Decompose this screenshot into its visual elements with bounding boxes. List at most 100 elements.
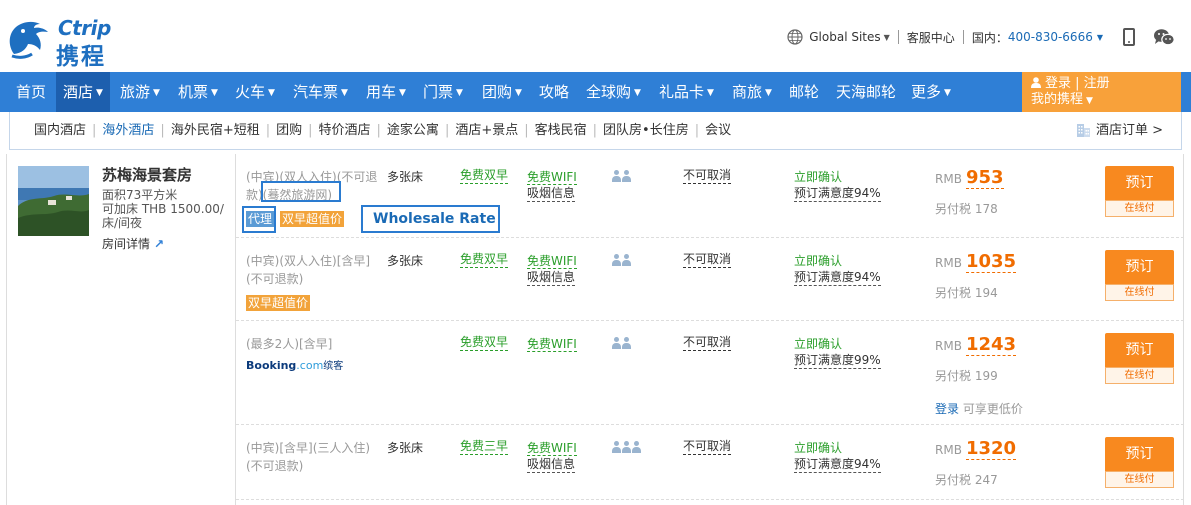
- smoking-info[interactable]: 吸烟信息: [527, 457, 576, 473]
- satisfaction-rate[interactable]: 预订满意度99%: [794, 353, 881, 369]
- divider: [962, 30, 964, 44]
- satisfaction-rate[interactable]: 预订满意度94%: [794, 270, 881, 286]
- smoking-info[interactable]: 吸烟信息: [527, 186, 576, 202]
- subnav-item[interactable]: 团购: [276, 123, 302, 138]
- nav-item-label: 更多: [911, 83, 942, 101]
- nav-item[interactable]: 更多 ▼: [904, 72, 958, 112]
- rate-name-line: (中宾)(双人入住)[含早]: [246, 254, 371, 268]
- wifi-info[interactable]: 免费WIFI: [527, 254, 577, 269]
- subnav-item[interactable]: 客栈民宿: [535, 123, 587, 138]
- account-panel[interactable]: 登录 | 注册 我的携程 ▼: [1022, 72, 1181, 112]
- currency: RMB: [935, 443, 962, 457]
- breakfast-info[interactable]: 免费三早: [460, 439, 509, 455]
- mobile-icon[interactable]: [1123, 28, 1135, 46]
- hotel-order-label: 酒店订单 >: [1095, 123, 1163, 138]
- satisfaction-rate[interactable]: 预订满意度94%: [794, 186, 881, 202]
- book-button[interactable]: 预订: [1105, 166, 1174, 200]
- nav-item[interactable]: 旅游 ▼: [113, 72, 167, 112]
- smoking-info[interactable]: 吸烟信息: [527, 270, 576, 286]
- person-icon: [622, 170, 631, 182]
- nav-item[interactable]: 全球购 ▼: [579, 72, 648, 112]
- satisfaction-rate[interactable]: 预订满意度94%: [794, 457, 881, 473]
- chevron-down-icon: ▼: [707, 88, 714, 98]
- instant-confirm: 立即确认: [794, 441, 843, 455]
- nav-item[interactable]: 邮轮: [782, 72, 826, 112]
- nav-item[interactable]: 商旅 ▼: [725, 72, 779, 112]
- chevron-down-icon: ▼: [634, 88, 641, 98]
- room-thumbnail[interactable]: [18, 166, 89, 236]
- rate-name-line: (最多2人)[含早]: [246, 337, 333, 351]
- global-sites-link[interactable]: Global Sites: [809, 30, 880, 44]
- pay-online-badge: 在线付: [1105, 284, 1174, 301]
- hotel-order-link[interactable]: 酒店订单 >: [1076, 112, 1163, 149]
- nav-item[interactable]: 礼品卡 ▼: [652, 72, 721, 112]
- book-button[interactable]: 预订: [1105, 333, 1174, 367]
- booking-logo-text: Booking: [246, 359, 297, 372]
- breakfast-info[interactable]: 免费双早: [460, 168, 509, 184]
- nav-item-label: 邮轮: [789, 83, 820, 101]
- amenity-info: 免费WIFI 吸烟信息: [527, 168, 577, 202]
- nav-item-label: 攻略: [539, 83, 570, 101]
- login-link[interactable]: 登录: [935, 402, 959, 416]
- instant-confirm: 立即确认: [794, 170, 843, 184]
- nav-item[interactable]: 机票 ▼: [171, 72, 225, 112]
- ctrip-logo[interactable]: Ctrip 携程: [6, 12, 130, 70]
- subnav-item[interactable]: 途家公寓: [387, 123, 439, 138]
- rate-name-line: (不可退款): [246, 272, 304, 286]
- chevron-down-icon: ▼: [765, 88, 772, 98]
- tax-info: 另付税 199: [935, 369, 998, 383]
- rate-row: (中宾)(双人入住)(不可退 款)(蓦然旅游网) 代理 双早超值价 Wholes…: [236, 154, 1184, 238]
- nav-item[interactable]: 首页: [9, 72, 53, 112]
- breakfast-info[interactable]: 免费双早: [460, 335, 509, 351]
- subnav-list: 国内酒店 | 海外酒店 | 海外民宿+短租 | 团购 | 特价酒店 | 途家公寓 | 酒店+景点 | 客栈民…: [34, 112, 731, 149]
- divider: |: [160, 123, 165, 138]
- nav-item[interactable]: 火车 ▼: [228, 72, 282, 112]
- book-button[interactable]: 预订: [1105, 437, 1174, 471]
- login-link[interactable]: 登录: [1045, 76, 1071, 91]
- nav-item[interactable]: 门票 ▼: [416, 72, 470, 112]
- wifi-info[interactable]: 免费WIFI: [527, 170, 577, 185]
- confirm-info: 立即确认 预订满意度99%: [794, 335, 881, 369]
- top-utility-bar: Global Sites ▼ 客服中心 国内： 400-830-6666 ▼: [787, 26, 1175, 48]
- cancel-policy[interactable]: 不可取消: [683, 439, 732, 455]
- subnav-item[interactable]: 海外酒店: [102, 123, 154, 138]
- cancel-policy[interactable]: 不可取消: [683, 168, 732, 184]
- price-value: 1320: [965, 438, 1017, 460]
- cancel-policy[interactable]: 不可取消: [683, 252, 732, 268]
- my-ctrip-link[interactable]: 我的携程: [1031, 92, 1083, 107]
- nav-item[interactable]: 酒店 ▼: [56, 72, 110, 112]
- register-link[interactable]: 注册: [1084, 76, 1110, 91]
- nav-item[interactable]: 攻略: [532, 72, 576, 112]
- breakfast-info[interactable]: 免费双早: [460, 252, 509, 268]
- rate-name: (中宾)[含早](三人入住) (不可退款): [246, 439, 381, 475]
- nav-item[interactable]: 天海邮轮: [829, 72, 903, 112]
- cancel-policy[interactable]: 不可取消: [683, 335, 732, 351]
- divider: |: [592, 123, 598, 138]
- nav-item[interactable]: 团购 ▼: [475, 72, 529, 112]
- subnav-item[interactable]: 团队房•长住房: [603, 123, 689, 138]
- nav-item-label: 天海邮轮: [836, 83, 897, 101]
- subnav-item[interactable]: 酒店+景点: [455, 123, 518, 138]
- chevron-down-icon: ▼: [944, 88, 951, 98]
- wifi-info[interactable]: 免费WIFI: [527, 441, 577, 456]
- rate-name-line: (中宾)[含早](三人入住): [246, 441, 371, 455]
- hotline-phone[interactable]: 400-830-6666: [1008, 30, 1093, 44]
- rate-row: (最多2人)[含早] Booking.com缤客 免费双早 免费WIFI 不可取…: [236, 321, 1184, 425]
- book-button[interactable]: 预订: [1105, 250, 1174, 284]
- chevron-down-icon: ▼: [96, 88, 103, 98]
- subnav-item[interactable]: 会议: [705, 123, 731, 138]
- wechat-icon[interactable]: [1153, 28, 1175, 46]
- nav-item[interactable]: 用车 ▼: [359, 72, 413, 112]
- nav-item[interactable]: 汽车票 ▼: [286, 72, 355, 112]
- subnav-item[interactable]: 海外民宿+短租: [171, 123, 260, 138]
- room-detail-link[interactable]: 房间详情 ↗: [102, 235, 164, 252]
- site-header: Ctrip 携程 Global Sites ▼ 客服中心 国内： 400-830…: [0, 0, 1191, 72]
- divider: |: [524, 123, 529, 138]
- subnav-item[interactable]: 国内酒店: [34, 123, 86, 138]
- chevron-down-icon: ▼: [883, 32, 890, 42]
- wifi-info[interactable]: 免费WIFI: [527, 337, 577, 352]
- building-icon: [1076, 124, 1090, 137]
- lower-price-hint: 可享更低价: [959, 402, 1023, 416]
- subnav-item[interactable]: 特价酒店: [319, 123, 371, 138]
- service-center-link[interactable]: 客服中心: [907, 29, 955, 46]
